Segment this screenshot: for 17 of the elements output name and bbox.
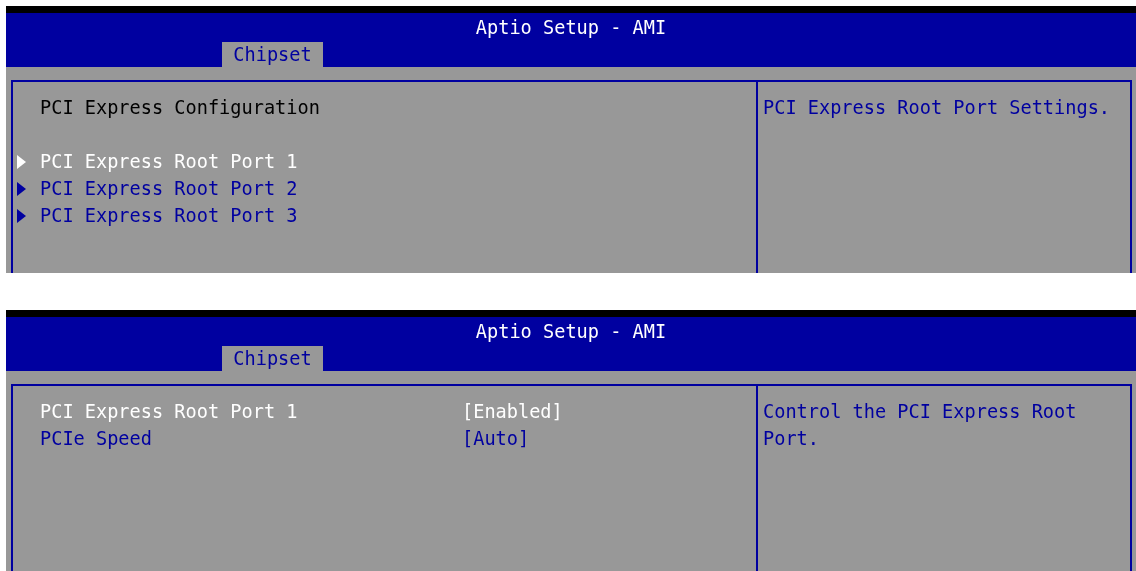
submenu-arrow-icon: [17, 181, 26, 196]
menu-tab[interactable]: Chipset: [222, 346, 323, 371]
submenu-item[interactable]: PCI Express Root Port 1: [40, 147, 298, 176]
menu-tab[interactable]: Chipset: [222, 42, 323, 67]
setting-label[interactable]: PCI Express Root Port 1: [40, 397, 462, 426]
window-title: Aptio Setup - AMI: [475, 321, 667, 343]
setting-value[interactable]: [Auto]: [462, 424, 530, 453]
submenu-item[interactable]: PCI Express Root Port 3: [40, 201, 298, 230]
setting-value[interactable]: [Enabled]: [462, 397, 563, 426]
submenu-item[interactable]: PCI Express Root Port 2: [40, 174, 298, 203]
help-text: Control the PCI Express Root Port.: [763, 400, 1078, 451]
submenu-arrow-icon: [17, 154, 26, 169]
help-text: PCI Express Root Port Settings.: [763, 96, 1112, 120]
window-title: Aptio Setup - AMI: [475, 17, 667, 39]
section-heading: PCI Express Configuration: [40, 95, 320, 120]
submenu-arrow-icon: [17, 208, 26, 223]
setting-label[interactable]: PCIe Speed: [40, 424, 462, 453]
